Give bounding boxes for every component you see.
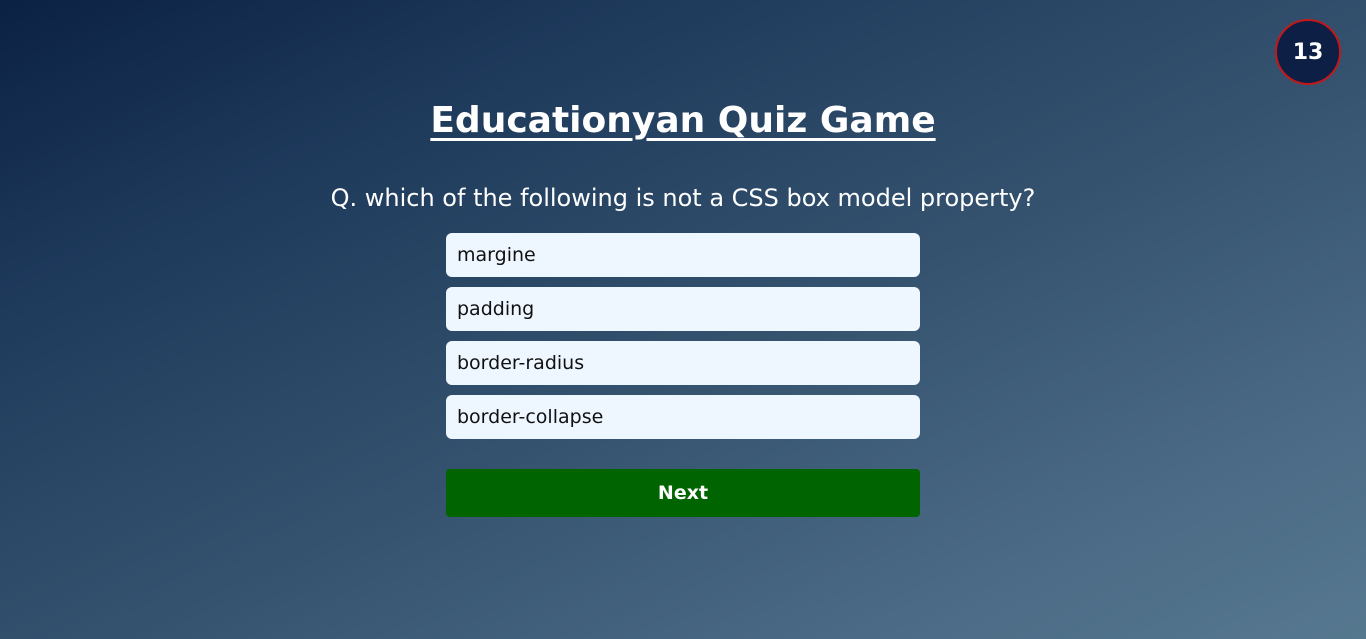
answer-option-label: border-radius — [457, 352, 585, 374]
answer-option-label: padding — [457, 298, 535, 320]
page-title-text: Educationyan Quiz Game — [430, 100, 936, 141]
answer-option-1[interactable]: margine — [446, 233, 920, 277]
next-button[interactable]: Next — [446, 469, 920, 517]
timer-value: 13 — [1292, 39, 1324, 65]
question-text: Q. which of the following is not a CSS b… — [330, 184, 1036, 212]
answer-option-label: margine — [457, 244, 536, 266]
answer-options: margine padding border-radius border-col… — [446, 233, 920, 449]
answer-option-3[interactable]: border-radius — [446, 341, 920, 385]
answer-option-4[interactable]: border-collapse — [446, 395, 920, 439]
answer-option-label: border-collapse — [457, 406, 604, 428]
countdown-timer: 13 — [1275, 19, 1341, 85]
answer-option-2[interactable]: padding — [446, 287, 920, 331]
page-title: Educationyan Quiz Game — [0, 98, 1366, 144]
